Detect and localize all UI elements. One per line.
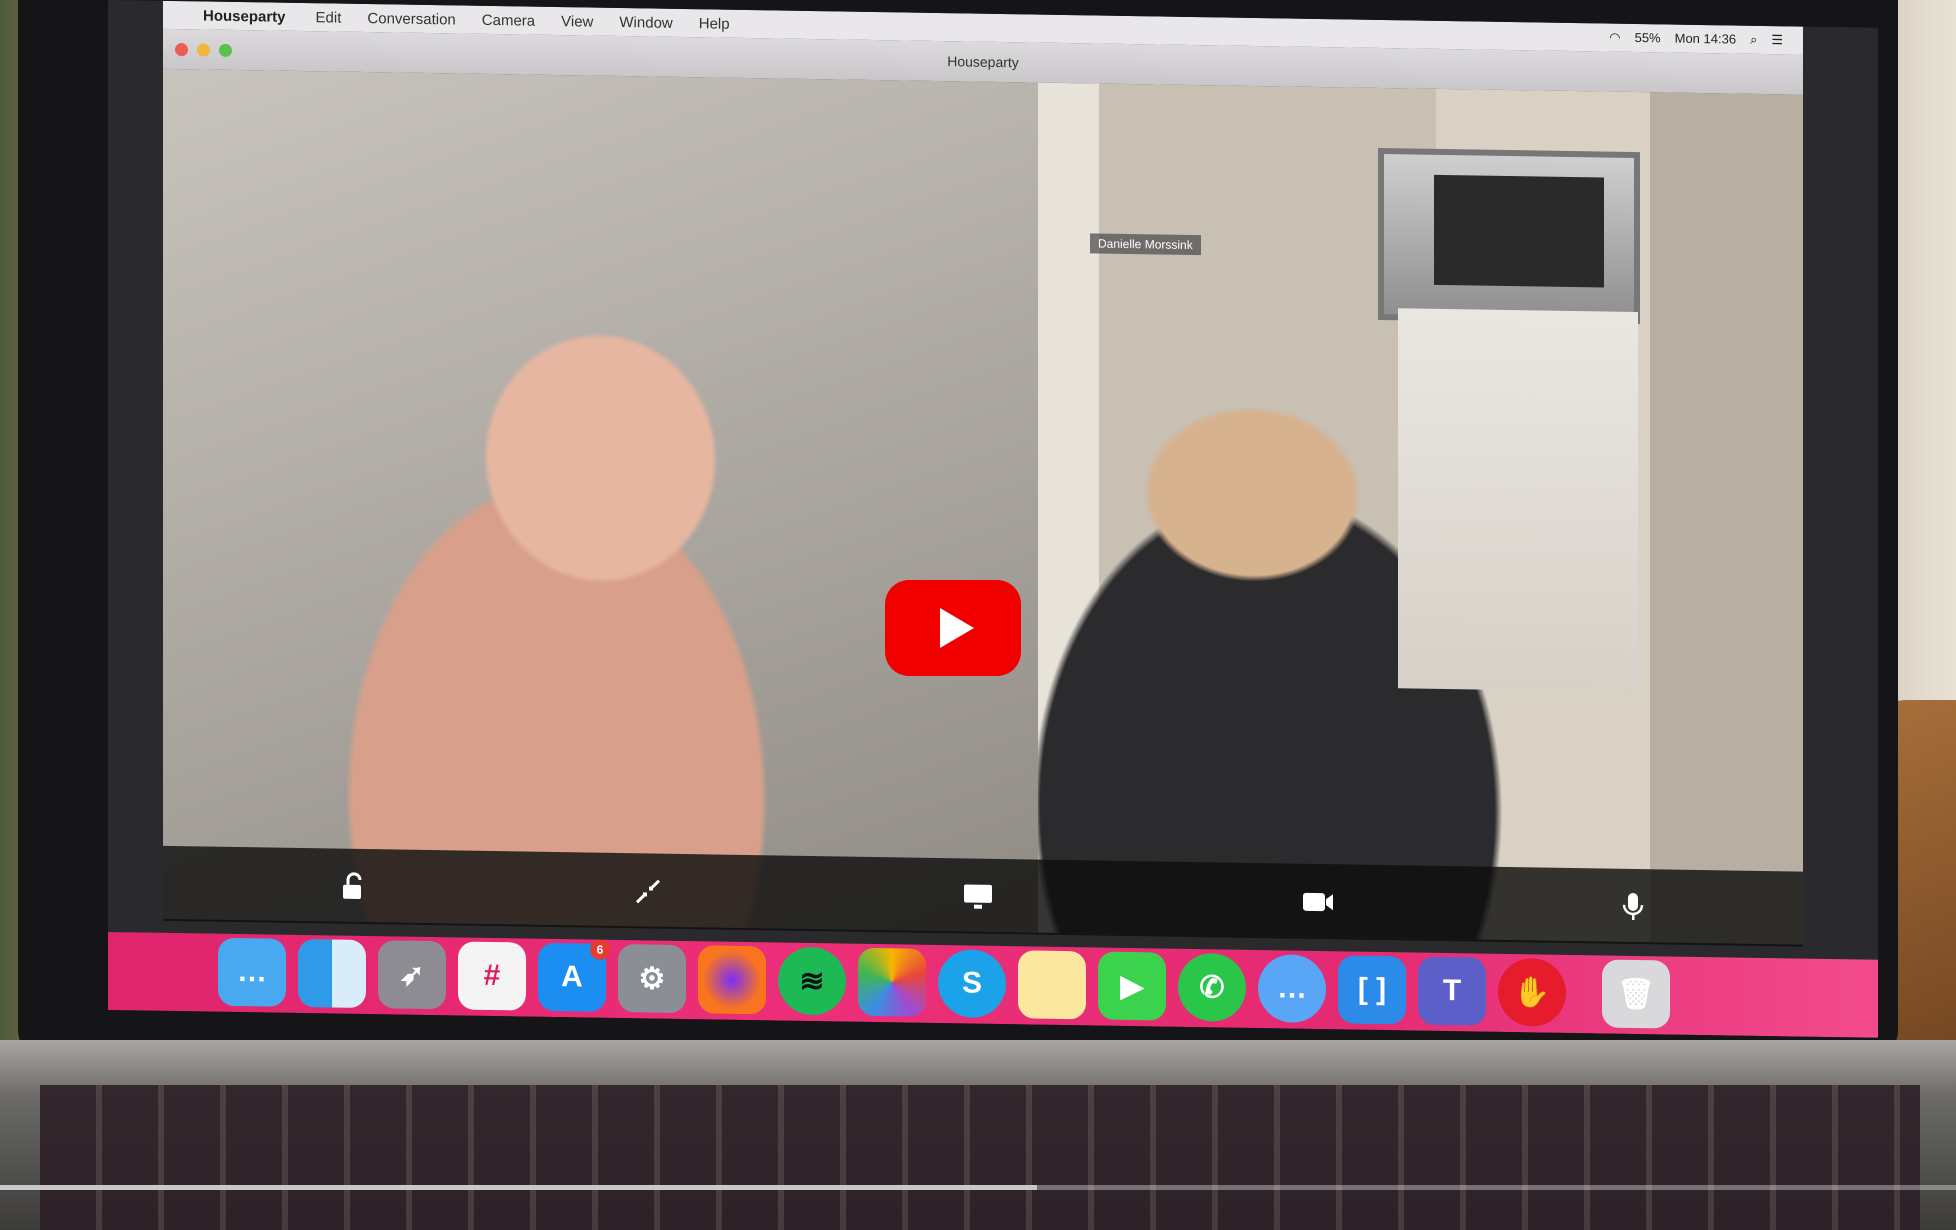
menu-app-name[interactable]: Houseparty [203,7,286,25]
menu-window[interactable]: Window [619,14,672,32]
spotlight-icon[interactable]: ⌕ [1750,32,1757,48]
minimize-video-icon[interactable] [628,871,668,912]
microwave [1378,147,1640,325]
camera-icon[interactable] [1298,882,1338,923]
houseparty-icon[interactable]: ✋ [1498,957,1566,1027]
dock-icons: … ➶ # A6 ⚙ ≋ S ▶ ✆ … [ ] T ✋ 🗑 [218,937,1670,1029]
video-progress-fill [0,1185,1037,1190]
trash-icon[interactable]: 🗑 [1602,959,1670,1029]
screen-share-icon[interactable] [958,876,998,917]
clock[interactable]: Mon 14:36 [1675,31,1736,48]
window-controls [175,43,232,57]
notes-icon[interactable] [1018,950,1086,1020]
fridge [1398,308,1638,693]
app-store-icon[interactable]: A6 [538,939,610,1012]
teams-icon[interactable]: T [1418,956,1486,1026]
messages-icon[interactable]: … [218,937,286,1007]
finder-icon[interactable] [298,938,366,1009]
app-store-badge: 6 [590,939,610,960]
lock-icon[interactable] [333,867,373,908]
apple-icon[interactable] [163,15,203,16]
whatsapp-icon[interactable]: ✆ [1178,952,1246,1022]
laptop-keyboard [40,1085,1920,1230]
fullscreen-button[interactable] [219,43,232,57]
facetime-icon[interactable]: ▶ [1098,951,1166,1021]
participant-video-right[interactable]: Danielle Morssink [1038,82,1803,945]
status-area: ◠ 55% Mon 14:36 ⌕ ☰ [1609,30,1783,49]
laptop-bezel: Houseparty Edit Conversation Camera View… [18,0,1898,1060]
menu-view[interactable]: View [561,13,593,31]
laptop-screen: Houseparty Edit Conversation Camera View… [108,0,1878,1038]
battery-percent[interactable]: 55% [1635,30,1661,46]
youtube-play-button[interactable] [885,580,1021,676]
photos-icon[interactable] [858,947,926,1017]
skype-icon[interactable]: S [938,949,1006,1019]
brackets-icon[interactable]: [ ] [1338,955,1406,1025]
participant-video-left[interactable] [163,68,1038,933]
menu-conversation[interactable]: Conversation [367,10,455,28]
close-button[interactable] [175,43,188,57]
wifi-icon[interactable]: ◠ [1609,30,1620,46]
menu-help[interactable]: Help [699,15,730,32]
mac-dock: … ➶ # A6 ⚙ ≋ S ▶ ✆ … [ ] T ✋ 🗑 [108,932,1878,1038]
launchpad-icon[interactable]: ➶ [378,940,446,1010]
microphone-icon[interactable] [1613,887,1653,928]
system-preferences-icon[interactable]: ⚙ [618,944,686,1014]
notification-center-icon[interactable]: ☰ [1771,32,1783,48]
menu-camera[interactable]: Camera [482,11,535,29]
messenger-icon[interactable]: … [1258,954,1326,1024]
firefox-icon[interactable] [698,945,766,1015]
video-progress-bar[interactable] [0,1185,1956,1190]
spotify-icon[interactable]: ≋ [778,946,846,1016]
menu-edit[interactable]: Edit [316,9,342,26]
slack-icon[interactable]: # [458,941,526,1011]
participant-name-tag: Danielle Morssink [1090,233,1201,256]
window-title: Houseparty [947,53,1019,71]
play-icon [940,608,974,648]
minimize-button[interactable] [197,43,210,57]
